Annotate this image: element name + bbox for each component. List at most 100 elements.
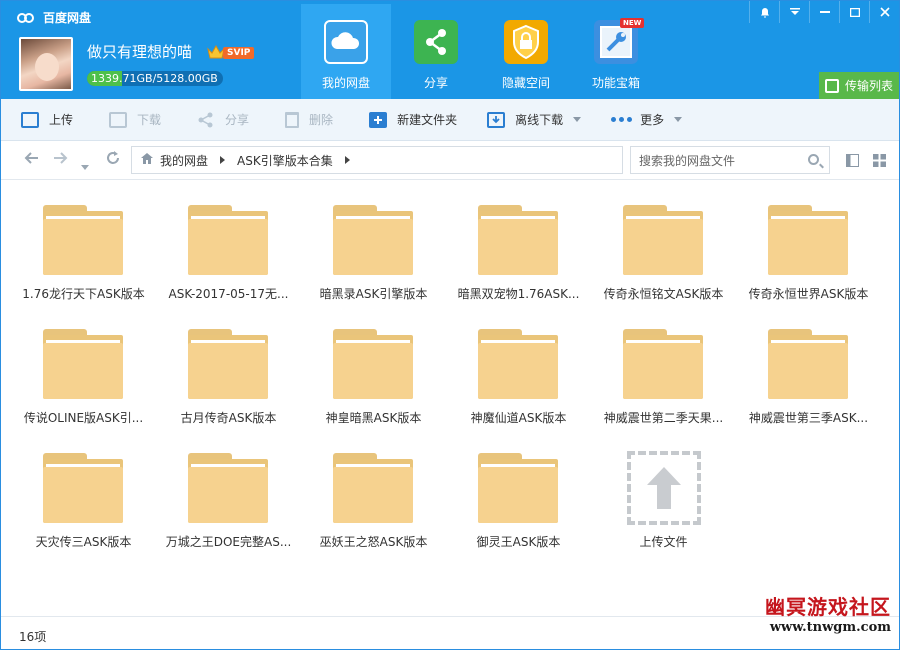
transfer-icon [825,78,839,93]
upload-file-tile[interactable]: 上传文件 [591,429,736,549]
tab-share[interactable]: 分享 [391,4,481,99]
folder-icon [188,205,268,275]
folder-icon [43,453,123,523]
folder-name: 传奇永恒世界ASK版本 [748,287,869,301]
folder-icon [43,329,123,399]
toolbar: 上传 下载 分享 删除 新建文件夹 离线下载 更多 [1,99,899,141]
close-button[interactable] [869,1,899,23]
folder-icon [478,453,558,523]
more-button[interactable]: 更多 [601,99,692,141]
folder-name: 神威震世第三季ASK... [748,411,869,425]
username[interactable]: 做只有理想的喵 [87,41,192,62]
delete-button[interactable]: 删除 [275,99,343,141]
upload-button[interactable]: 上传 [11,99,83,141]
folder-item[interactable]: 神魔仙道ASK版本 [446,305,591,425]
new-folder-button[interactable]: 新建文件夹 [359,99,467,141]
share-small-icon [197,112,215,128]
folder-item[interactable]: 1.76龙行天下ASK版本 [11,181,156,301]
folder-icon [188,329,268,399]
folder-name: 古月传奇ASK版本 [180,411,277,425]
download-icon [109,111,128,128]
new-badge: NEW [620,18,645,28]
delete-label: 删除 [309,113,334,127]
tab-label: 功能宝箱 [591,76,640,90]
new-folder-label: 新建文件夹 [397,113,458,127]
download-label: 下载 [137,113,162,127]
file-grid: 1.76龙行天下ASK版本 ASK-2017-05-17无... 暗黑录ASK引擎版… [1,181,899,616]
share-button[interactable]: 分享 [187,99,259,141]
trash-icon [285,111,300,128]
folder-item[interactable]: 巫妖王之怒ASK版本 [301,429,446,549]
tab-label: 隐藏空间 [501,76,550,90]
folder-icon [333,329,413,399]
folder-item[interactable]: 传说OLINE版ASK引... [11,305,156,425]
app-title: 百度网盘 [43,11,92,25]
folder-item[interactable]: 万城之王DOE完整AS... [156,429,301,549]
watermark-line2: www.tnwgm.com [769,620,891,635]
avatar[interactable] [19,37,73,91]
offline-download-button[interactable]: 离线下载 [477,99,591,141]
item-count: 16项 [19,630,47,644]
breadcrumb-separator [220,156,226,164]
lock-icon [504,20,548,64]
search-input[interactable]: 搜索我的网盘文件 [630,146,830,174]
quota-text: 1339.71GB/5128.00GB [91,71,218,86]
folder-item[interactable]: 暗黑录ASK引擎版本 [301,181,446,301]
refresh-icon[interactable] [105,150,121,171]
tab-toolbox[interactable]: 功能宝箱 [571,4,661,99]
folder-item[interactable]: 古月传奇ASK版本 [156,305,301,425]
transfer-list-button[interactable]: 传输列表 [819,72,899,99]
tab-label: 分享 [423,76,448,90]
back-arrow-icon[interactable] [23,150,39,170]
main-nav: 我的网盘 分享 隐藏空间 功能宝箱 [301,4,661,99]
grid-view-icon[interactable] [873,154,886,167]
folder-icon [333,205,413,275]
folder-item[interactable]: 传奇永恒铭文ASK版本 [591,181,736,301]
folder-name: 神威震世第二季天果... [603,411,724,425]
folder-name: 万城之王DOE完整AS... [165,535,292,549]
share-label: 分享 [225,113,250,127]
folder-name: 传说OLINE版ASK引... [23,411,144,425]
notification-icon[interactable] [749,1,779,23]
folder-item[interactable]: 传奇永恒世界ASK版本 [736,181,881,301]
folder-item[interactable]: 暗黑双宠物1.76ASK... [446,181,591,301]
folder-name: 天灾传三ASK版本 [35,535,132,549]
offline-download-label: 离线下载 [515,113,564,127]
folder-item[interactable]: ASK-2017-05-17无... [156,181,301,301]
maximize-button[interactable] [839,1,869,23]
history-dropdown-icon[interactable] [81,156,89,176]
folder-name: 巫妖王之怒ASK版本 [319,535,428,549]
tab-label: 我的网盘 [321,76,370,90]
breadcrumb-item-current[interactable]: ASK引擎版本合集 [237,152,333,169]
cloud-icon [324,20,368,64]
tab-my-netdisk[interactable]: 我的网盘 [301,4,391,99]
minimize-button[interactable] [809,1,839,23]
more-dots-icon [611,117,633,122]
new-folder-icon [369,111,388,128]
folder-name: 1.76龙行天下ASK版本 [22,287,145,301]
folder-icon [768,205,848,275]
home-icon[interactable] [140,152,154,168]
list-view-icon[interactable] [846,154,859,167]
forward-arrow-icon[interactable] [53,150,69,170]
folder-item[interactable]: 神威震世第二季天果... [591,305,736,425]
folder-name: ASK-2017-05-17无... [168,287,289,301]
folder-item[interactable]: 神皇暗黑ASK版本 [301,305,446,425]
folder-item[interactable]: 神威震世第三季ASK... [736,305,881,425]
search-icon[interactable] [808,154,819,165]
folder-icon [333,453,413,523]
offline-download-icon [487,111,506,128]
tab-hidden-space[interactable]: 隐藏空间 [481,4,571,99]
window-controls [749,1,899,23]
svip-badge: SVIP [223,47,255,59]
chevron-down-icon [573,117,582,122]
breadcrumb-item-my-netdisk[interactable]: 我的网盘 [160,152,208,169]
folder-item[interactable]: 天灾传三ASK版本 [11,429,156,549]
folder-name: 暗黑录ASK引擎版本 [319,287,428,301]
folder-icon [478,329,558,399]
folder-item[interactable]: 御灵王ASK版本 [446,429,591,549]
menu-dropdown-icon[interactable] [779,1,809,23]
quota-used: 1339. [91,72,123,85]
download-button[interactable]: 下载 [99,99,171,141]
upload-label: 上传 [49,113,74,127]
